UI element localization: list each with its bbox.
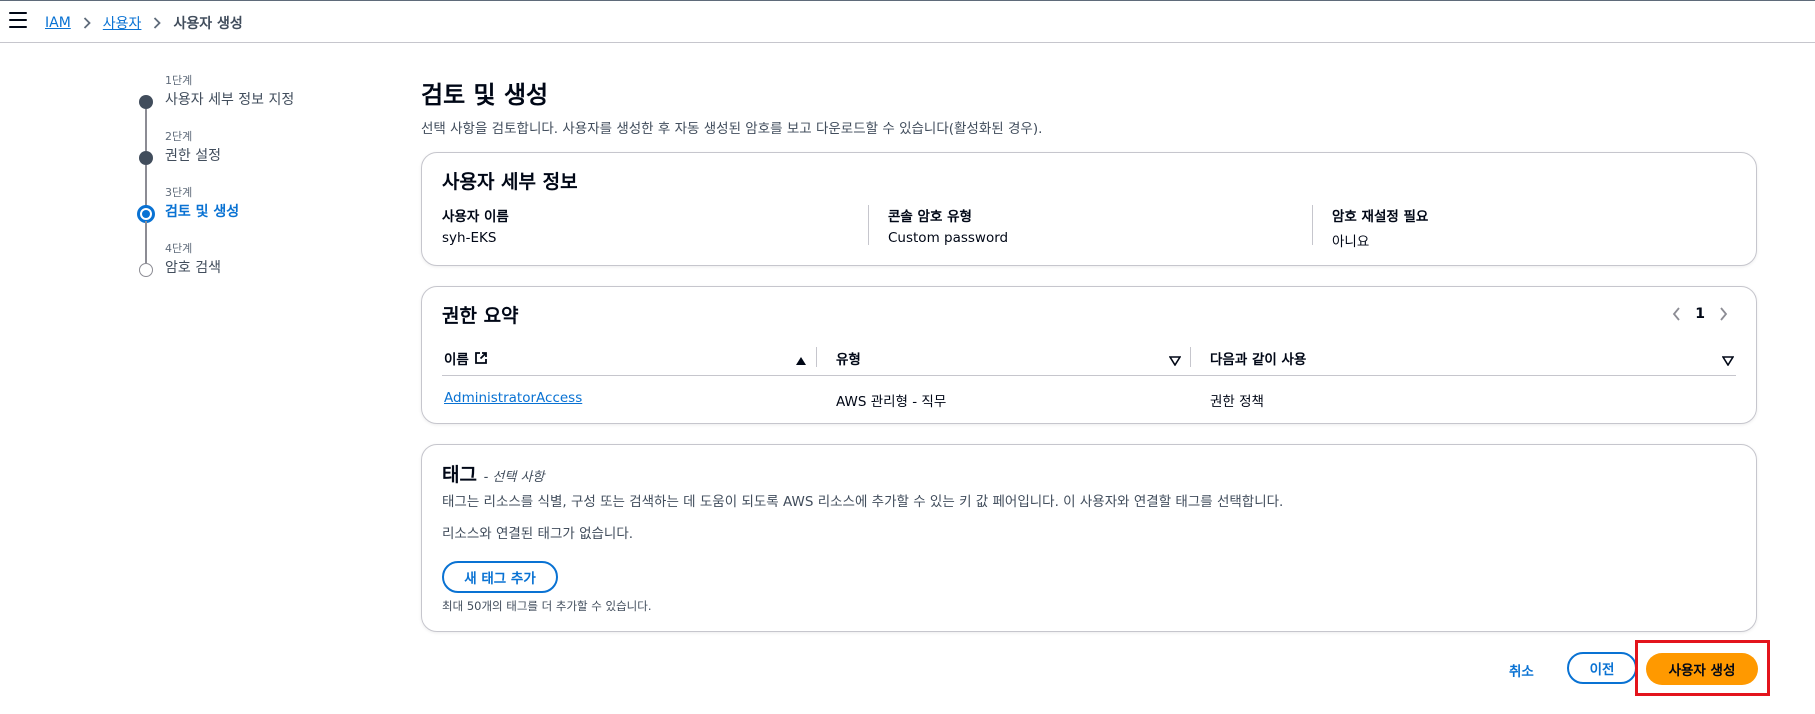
create-user-button[interactable]: 사용자 생성 [1646, 653, 1758, 685]
step-label: 사용자 세부 정보 지정 [165, 92, 295, 108]
sort-descending-icon[interactable] [1721, 351, 1735, 370]
sort-ascending-icon[interactable] [795, 351, 807, 370]
step-indicator-icon [139, 263, 153, 277]
column-label: 다음과 같이 사용 [1210, 352, 1307, 368]
divider [1312, 205, 1313, 245]
step-2[interactable]: 2단계 권한 설정 [135, 128, 415, 207]
column-header-name[interactable]: 이름 [444, 348, 488, 368]
chevron-right-icon [83, 17, 91, 29]
tags-limit-hint: 최대 50개의 태그를 더 추가할 수 있습니다. [442, 599, 652, 613]
add-tag-button[interactable]: 새 태그 추가 [442, 561, 558, 593]
optional-label: - 선택 사항 [483, 470, 545, 485]
pagination: 1 [1672, 306, 1728, 322]
user-details-card: 사용자 세부 정보 사용자 이름 syh-EKS 콘솔 암호 유형 Custom… [421, 152, 1757, 266]
breadcrumb-iam[interactable]: IAM [45, 15, 71, 31]
step-number: 4단계 [165, 242, 193, 255]
tags-heading: 태그 [442, 464, 477, 486]
field-value: syh-EKS [442, 230, 497, 246]
cancel-button[interactable]: 취소 [1509, 660, 1534, 680]
field-label: 콘솔 암호 유형 [888, 209, 972, 225]
page-description: 선택 사항을 검토합니다. 사용자를 생성한 후 자동 생성된 암호를 보고 다… [421, 121, 1043, 137]
main-content: 검토 및 생성 선택 사항을 검토합니다. 사용자를 생성한 후 자동 생성된 … [421, 78, 1757, 632]
policy-type-cell: AWS 관리형 - 직무 [836, 394, 947, 410]
wizard-steps: 1단계 사용자 세부 정보 지정 2단계 권한 설정 3단계 검토 및 생성 4… [135, 72, 415, 296]
console-password-type-field: 콘솔 암호 유형 Custom password [888, 205, 1008, 246]
previous-button[interactable]: 이전 [1567, 652, 1637, 684]
field-value: 아니요 [1332, 234, 1370, 250]
breadcrumb: IAM 사용자 사용자 생성 [45, 13, 243, 33]
column-label: 유형 [836, 352, 861, 368]
user-details-title: 사용자 세부 정보 [442, 171, 578, 193]
step-4: 4단계 암호 검색 [135, 240, 415, 296]
field-value: Custom password [888, 230, 1009, 246]
step-label: 검토 및 생성 [165, 204, 240, 220]
chevron-left-icon[interactable] [1672, 307, 1681, 321]
highlight-box: 사용자 생성 [1635, 640, 1770, 696]
step-label: 권한 설정 [165, 148, 221, 164]
step-number: 3단계 [165, 186, 193, 199]
menu-icon[interactable] [9, 12, 27, 28]
step-number: 2단계 [165, 130, 193, 143]
policy-link[interactable]: AdministratorAccess [444, 390, 582, 406]
external-link-icon [474, 351, 488, 365]
step-indicator-icon [139, 151, 153, 165]
permissions-title: 권한 요약 [442, 305, 519, 327]
password-reset-field: 암호 재설정 필요 아니요 [1332, 205, 1428, 250]
step-indicator-icon [139, 95, 153, 109]
column-divider [1190, 347, 1191, 367]
tags-empty-message: 리소스와 연결된 태그가 없습니다. [442, 526, 634, 542]
policy-name-cell: AdministratorAccess [444, 390, 582, 406]
column-header-type[interactable]: 유형 [836, 348, 861, 368]
divider [868, 205, 869, 245]
user-name-field: 사용자 이름 syh-EKS [442, 205, 509, 246]
column-header-usage[interactable]: 다음과 같이 사용 [1210, 348, 1306, 368]
table-header: 이름 유형 다음과 같이 사용 [442, 343, 1736, 376]
policy-usage-cell: 권한 정책 [1210, 394, 1264, 410]
permissions-summary-card: 권한 요약 1 이름 유형 다음과 같이 사용 AdministratorAcc… [421, 286, 1757, 424]
breadcrumb-current: 사용자 생성 [173, 16, 243, 32]
tags-description: 태그는 리소스를 식별, 구성 또는 검색하는 데 도움이 되도록 AWS 리소… [442, 494, 1284, 510]
breadcrumb-users[interactable]: 사용자 [103, 13, 142, 33]
top-bar: IAM 사용자 사용자 생성 [0, 0, 1815, 43]
column-divider [816, 347, 817, 367]
tags-card: 태그 - 선택 사항 태그는 리소스를 식별, 구성 또는 검색하는 데 도움이… [421, 444, 1757, 632]
chevron-right-icon[interactable] [1719, 307, 1728, 321]
field-label: 암호 재설정 필요 [1332, 209, 1429, 225]
step-3: 3단계 검토 및 생성 [135, 184, 415, 263]
sort-descending-icon[interactable] [1168, 351, 1182, 370]
step-1[interactable]: 1단계 사용자 세부 정보 지정 [135, 72, 415, 151]
chevron-right-icon [153, 17, 162, 29]
tags-title: 태그 - 선택 사항 [442, 460, 544, 487]
step-label: 암호 검색 [165, 260, 221, 276]
column-label: 이름 [444, 352, 469, 368]
step-number: 1단계 [165, 74, 193, 87]
field-label: 사용자 이름 [442, 209, 509, 225]
page-number[interactable]: 1 [1695, 306, 1705, 322]
page-title: 검토 및 생성 [421, 81, 549, 109]
